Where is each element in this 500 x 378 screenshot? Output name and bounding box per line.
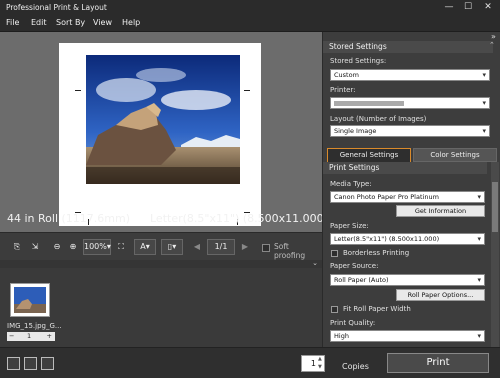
paper-source-label: Paper Source: bbox=[330, 262, 379, 270]
media-type-value: Canon Photo Paper Pro Platinum bbox=[334, 193, 439, 201]
menu-edit[interactable]: Edit bbox=[31, 18, 47, 27]
text-tool-button[interactable]: A▾ bbox=[134, 239, 156, 255]
scrollbar-thumb[interactable] bbox=[492, 182, 498, 232]
fit-roll-width-label: Fit Roll Paper Width bbox=[343, 305, 411, 313]
printer-name-blurred bbox=[334, 101, 404, 106]
paper-size-select[interactable]: Letter(8.5"x11") (8.500x11.000) ▾ bbox=[330, 233, 485, 245]
title-bar: Professional Print & Layout — ☐ ✕ bbox=[0, 0, 500, 15]
placed-photo[interactable] bbox=[86, 55, 240, 184]
media-type-label: Media Type: bbox=[330, 180, 372, 188]
layout-value: Single Image bbox=[334, 127, 377, 135]
bottom-bar: 1 ▲ ▼ Copies Print bbox=[0, 347, 500, 378]
text-tool-icon: A bbox=[140, 242, 146, 251]
roll-size-label: 44 in Roll (1117.6mm) bbox=[7, 212, 131, 225]
dropdown-arrow-icon: ▾ bbox=[477, 332, 481, 340]
thumbnail-area: IMG_15.jpg_G... − 1 + bbox=[0, 268, 322, 347]
layout-double-icon[interactable] bbox=[24, 357, 37, 370]
paper-size-select-label: Paper Size: bbox=[330, 222, 369, 230]
prev-page-icon[interactable]: ◀ bbox=[190, 239, 204, 255]
layout-single-icon[interactable] bbox=[7, 357, 20, 370]
layout-label: Layout (Number of Images) bbox=[330, 115, 427, 123]
tab-general-settings[interactable]: General Settings bbox=[327, 148, 411, 162]
increment-button[interactable]: + bbox=[47, 332, 52, 340]
dropdown-arrow-icon: ▾ bbox=[477, 193, 481, 201]
dropdown-arrow-icon: ▾ bbox=[477, 276, 481, 284]
menu-help[interactable]: Help bbox=[122, 18, 140, 27]
maximize-button[interactable]: ☐ bbox=[458, 0, 478, 15]
print-preview[interactable] bbox=[0, 32, 322, 232]
layout-select[interactable]: Single Image ▾ bbox=[330, 125, 490, 137]
tab-color-settings[interactable]: Color Settings bbox=[413, 148, 497, 162]
menu-bar: File Edit Sort By View Help bbox=[0, 15, 500, 32]
settings-panel: » Stored Settings ⌃ Stored Settings: Cus… bbox=[322, 32, 500, 347]
zoom-in-icon[interactable]: ⊕ bbox=[66, 239, 80, 255]
printer-select[interactable]: ▾ bbox=[330, 97, 490, 109]
thumbnail-copies-stepper[interactable]: − 1 + bbox=[7, 332, 55, 341]
decrement-button[interactable]: − bbox=[9, 332, 14, 340]
dropdown-arrow-icon: ▾ bbox=[477, 235, 481, 243]
borderless-checkbox[interactable] bbox=[331, 250, 338, 257]
thumbnail-copies-value: 1 bbox=[27, 332, 32, 340]
media-type-select[interactable]: Canon Photo Paper Pro Platinum ▾ bbox=[330, 191, 485, 203]
dropdown-arrow-icon: ▾ bbox=[482, 127, 486, 135]
zoom-select[interactable]: 100%▾ bbox=[83, 239, 111, 255]
layout-triple-icon[interactable] bbox=[41, 357, 54, 370]
soft-proofing-checkbox[interactable] bbox=[262, 244, 270, 252]
dropdown-arrow-icon: ▾ bbox=[482, 71, 486, 79]
copies-label: Copies bbox=[342, 362, 369, 371]
remove-image-icon[interactable]: ⇲ bbox=[28, 239, 42, 255]
zoom-out-icon[interactable]: ⊖ bbox=[50, 239, 64, 255]
stored-settings-header: Stored Settings bbox=[323, 41, 493, 53]
expand-panel-icon[interactable]: » bbox=[491, 32, 496, 41]
paper-source-value: Roll Paper (Auto) bbox=[334, 276, 389, 284]
copies-up-icon[interactable]: ▲ bbox=[318, 356, 322, 362]
roll-paper-options-button[interactable]: Roll Paper Options... bbox=[396, 289, 485, 301]
collapse-chevron-icon[interactable]: ⌄ bbox=[312, 259, 318, 267]
fit-roll-width-checkbox[interactable] bbox=[331, 306, 338, 313]
page-setup-button[interactable]: ▯▾ bbox=[161, 239, 183, 255]
print-button[interactable]: Print bbox=[387, 353, 489, 373]
soft-proofing-label: Soft proofing bbox=[274, 242, 306, 260]
stored-settings-label: Stored Settings: bbox=[330, 57, 387, 65]
zoom-value: 100% bbox=[84, 242, 107, 251]
borderless-label: Borderless Printing bbox=[343, 249, 410, 257]
stored-settings-value: Custom bbox=[334, 71, 359, 79]
panel-divider[interactable]: ⌄ bbox=[0, 259, 322, 268]
menu-file[interactable]: File bbox=[6, 18, 19, 27]
copies-down-icon[interactable]: ▼ bbox=[318, 364, 322, 370]
print-quality-label: Print Quality: bbox=[330, 319, 376, 327]
close-button[interactable]: ✕ bbox=[478, 0, 498, 15]
minimize-button[interactable]: — bbox=[439, 0, 459, 15]
window-title: Professional Print & Layout bbox=[6, 3, 107, 12]
menu-view[interactable]: View bbox=[93, 18, 112, 27]
preview-toolbar: ⎘ ⇲ ⊖ ⊕ 100%▾ ⛶ A▾ ▯▾ ◀ 1/1 ▶ Soft proof… bbox=[0, 232, 322, 260]
print-quality-select[interactable]: High ▾ bbox=[330, 330, 485, 342]
fit-view-icon[interactable]: ⛶ bbox=[114, 239, 128, 255]
paper-size-value: Letter(8.5"x11") (8.500x11.000) bbox=[334, 235, 440, 243]
thumbnail-name: IMG_15.jpg_G... bbox=[7, 322, 62, 330]
settings-scrollbar[interactable] bbox=[491, 162, 499, 347]
get-information-button[interactable]: Get Information bbox=[396, 205, 485, 217]
paper-size-label: Letter(8.5"x11") (8.500x11.000) bbox=[150, 212, 328, 225]
thumbnail-image bbox=[14, 287, 46, 313]
thumbnail-item[interactable] bbox=[10, 283, 50, 317]
crop-mark bbox=[75, 90, 81, 91]
print-settings-header: Print Settings bbox=[323, 162, 487, 174]
crop-mark bbox=[244, 90, 250, 91]
page-icon: ▯ bbox=[167, 242, 173, 251]
paper-source-select[interactable]: Roll Paper (Auto) ▾ bbox=[330, 274, 485, 286]
add-image-icon[interactable]: ⎘ bbox=[10, 239, 24, 255]
dropdown-arrow-icon: ▾ bbox=[482, 99, 486, 107]
menu-sort-by[interactable]: Sort By bbox=[56, 18, 85, 27]
stored-settings-select[interactable]: Custom ▾ bbox=[330, 69, 490, 81]
landscape-image bbox=[86, 55, 240, 184]
collapse-up-icon[interactable]: ⌃ bbox=[489, 41, 495, 49]
print-quality-value: High bbox=[334, 332, 349, 340]
next-page-icon[interactable]: ▶ bbox=[238, 239, 252, 255]
printer-label: Printer: bbox=[330, 86, 356, 94]
page-indicator: 1/1 bbox=[207, 239, 235, 255]
